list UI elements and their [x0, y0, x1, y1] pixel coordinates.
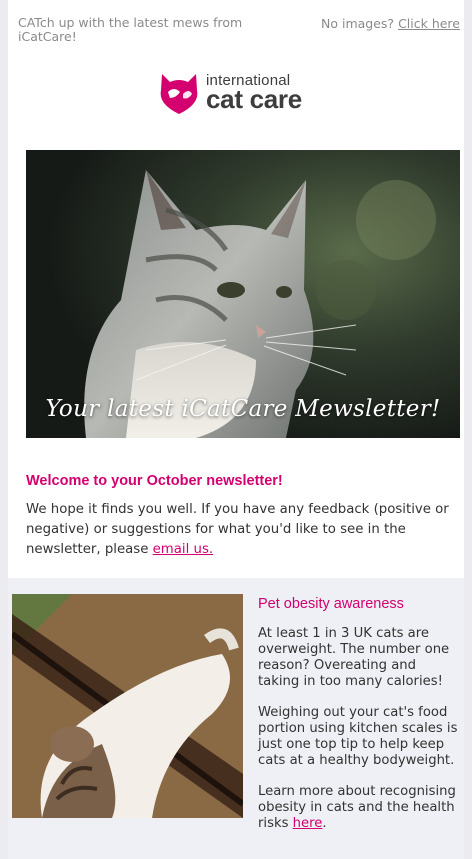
no-images-notice: No images? Click here	[321, 16, 460, 31]
email-us-link[interactable]: email us.	[153, 542, 213, 557]
obesity-paragraph-2: Weighing out your cat's food portion usi…	[258, 705, 458, 768]
logo-text-cat-care: cat care	[206, 83, 302, 114]
obesity-paragraph-1: At least 1 in 3 UK cats are overweight. …	[258, 626, 450, 689]
learn-more-link[interactable]: here	[293, 816, 323, 831]
obesity-title: Pet obesity awareness	[258, 596, 404, 612]
sleeping-cat-image[interactable]	[12, 594, 243, 818]
obesity-paragraph-3: Learn more about recognising obesity in …	[258, 784, 456, 831]
hero-title: Your latest iCatCare Mewsletter!	[45, 396, 441, 422]
hero-banner-image[interactable]: Your latest iCatCare Mewsletter!	[26, 150, 460, 438]
tabby-cat-photo	[26, 150, 460, 438]
obesity-text: At least 1 in 3 UK cats are overweight. …	[258, 626, 458, 847]
icatcare-logo[interactable]: international cat care	[156, 66, 302, 118]
welcome-heading: Welcome to your October newsletter!	[26, 473, 283, 489]
cat-on-back-photo	[12, 594, 243, 818]
cat-heart-icon	[160, 74, 198, 114]
obesity-paragraph-3-text: Learn more about recognising obesity in …	[258, 784, 456, 831]
welcome-body: We hope it finds you well. If you have a…	[26, 502, 449, 557]
welcome-paragraph: We hope it finds you well. If you have a…	[26, 500, 454, 560]
click-here-link[interactable]: Click here	[398, 16, 460, 31]
preheader-text: CATch up with the latest mews from iCatC…	[18, 15, 243, 44]
no-images-label: No images?	[321, 16, 395, 31]
pet-obesity-section: Pet obesity awareness At least 1 in 3 UK…	[8, 578, 464, 859]
